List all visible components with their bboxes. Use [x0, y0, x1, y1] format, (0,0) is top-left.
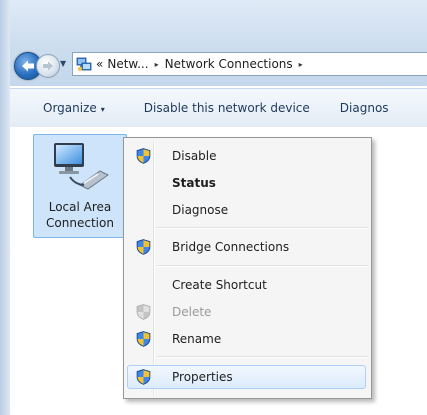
menu-item-bridge-connections[interactable]: Bridge Connections	[127, 235, 366, 259]
command-bar: Organize ▾ Disable this network device Di…	[10, 88, 427, 128]
menu-separator	[157, 356, 368, 358]
menu-item-label: Diagnose	[172, 203, 229, 217]
menu-item-label: Disable	[172, 149, 217, 163]
organize-label: Organize	[43, 101, 97, 115]
menu-item-label: Delete	[172, 305, 212, 319]
menu-separator	[157, 265, 368, 267]
menu-item-label: Status	[172, 176, 216, 190]
context-menu: Disable Status Diagnose Bridge Connectio…	[123, 137, 372, 399]
recent-pages-dropdown[interactable]: ▼	[60, 60, 68, 68]
menu-item-properties[interactable]: Properties	[127, 365, 366, 389]
menu-item-create-shortcut[interactable]: Create Shortcut	[127, 273, 366, 297]
breadcrumb-netw[interactable]: Netw...	[107, 57, 148, 71]
network-adapter-icon	[54, 143, 109, 190]
menu-item-label: Rename	[172, 332, 222, 346]
disable-device-label: Disable this network device	[143, 101, 310, 115]
breadcrumb-trailing-separator[interactable]: ▸	[299, 60, 303, 69]
item-label-line1: Local Area	[48, 200, 112, 214]
item-label: Local Area Connection	[34, 199, 126, 231]
forward-button[interactable]	[36, 54, 60, 78]
local-area-connection-item[interactable]: Local Area Connection	[33, 134, 127, 238]
uac-shield-icon	[136, 304, 151, 320]
menu-item-status[interactable]: Status	[127, 171, 366, 195]
network-connections-icon	[76, 57, 92, 71]
address-box[interactable]: « Netw... ▸ Network Connections ▸	[72, 52, 427, 76]
chevron-down-icon: ▾	[100, 105, 105, 114]
menu-item-label: Properties	[172, 370, 233, 384]
menu-separator	[157, 227, 368, 229]
organize-button[interactable]: Organize ▾	[10, 101, 131, 115]
forward-arrow-icon	[43, 61, 53, 71]
menu-item-label: Create Shortcut	[172, 278, 267, 292]
menu-item-disable[interactable]: Disable	[127, 144, 366, 168]
menu-item-label: Bridge Connections	[172, 240, 290, 254]
breadcrumb-network-connections[interactable]: Network Connections	[165, 57, 293, 71]
disable-device-button[interactable]: Disable this network device	[131, 101, 340, 115]
menu-item-delete: Delete	[127, 300, 366, 324]
uac-shield-icon	[136, 331, 151, 347]
uac-shield-icon	[136, 369, 151, 385]
uac-shield-icon	[136, 239, 151, 255]
item-label-line2: Connection	[46, 216, 114, 230]
window-left-border	[0, 0, 10, 415]
menu-item-diagnose[interactable]: Diagnose	[127, 198, 366, 222]
diagnose-label: Diagnos	[339, 101, 389, 115]
explorer-window: ▼ « Netw... ▸ Network Connections ▸ Orga…	[0, 0, 427, 415]
breadcrumb-separator[interactable]: ▸	[155, 60, 159, 69]
diagnose-button[interactable]: Diagnos	[340, 101, 402, 115]
uac-shield-icon	[136, 148, 151, 164]
breadcrumb-overflow[interactable]: «	[96, 57, 103, 71]
menu-item-rename[interactable]: Rename	[127, 327, 366, 351]
